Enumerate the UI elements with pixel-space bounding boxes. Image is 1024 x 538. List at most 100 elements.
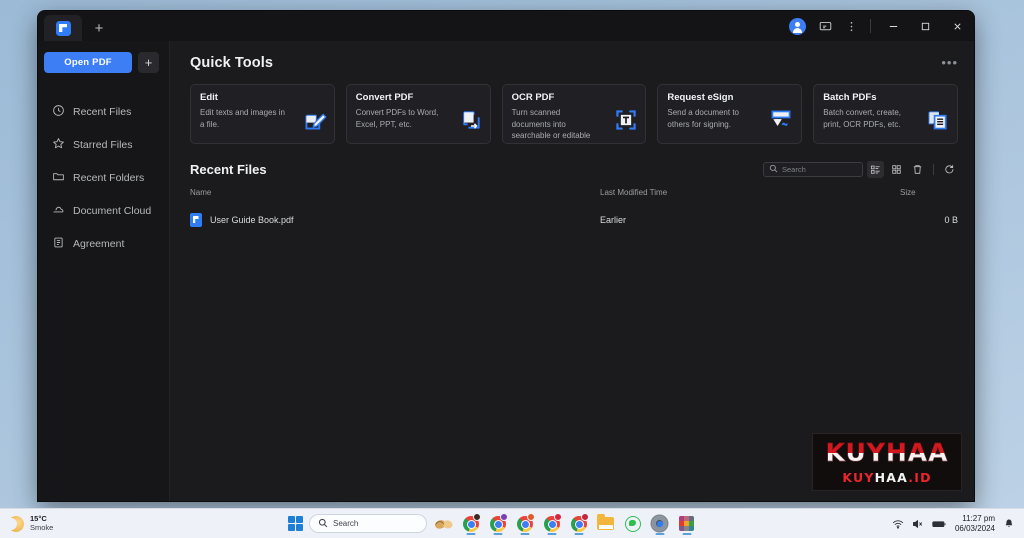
card-description: Convert PDFs to Word, Excel, PPT, etc. <box>355 108 439 129</box>
chrome-badge <box>500 513 508 521</box>
taskbar-search-input[interactable]: Search <box>309 514 427 533</box>
quick-tool-card-batch-pdfs[interactable]: Batch PDFs Batch convert, create, print,… <box>813 84 958 144</box>
desktop: + Open PDF + Recent Files Starred Files … <box>0 0 1024 538</box>
card-title: OCR PDF <box>511 92 555 103</box>
card-title: Batch PDFs <box>823 92 877 103</box>
chrome-badge <box>527 513 535 521</box>
quick-tool-card-edit[interactable]: Edit Edit texts and images in a file. <box>190 84 335 144</box>
taskbar: 15°C Smoke Search 11:27 pm 06/03/2024 <box>0 508 1024 538</box>
table-row[interactable]: User Guide Book.pdf Earlier 0 B <box>190 209 958 231</box>
quick-tool-card-request-esign[interactable]: Request eSign Send a document to others … <box>657 84 803 144</box>
quick-tool-card-convert-pdf[interactable]: Convert PDF Convert PDFs to Word, Excel,… <box>345 84 491 144</box>
weather-moon-icon <box>5 515 24 532</box>
volume-muted-icon[interactable] <box>912 518 924 530</box>
taskbar-chrome-1-icon[interactable] <box>460 513 481 535</box>
quick-tools-cards: Edit Edit texts and images in a file. Co… <box>190 84 958 144</box>
edit-pencil-icon <box>303 108 327 137</box>
list-view-icon[interactable] <box>867 161 884 178</box>
taskbar-color-app-icon[interactable] <box>676 513 697 535</box>
table-header-row: Name Last Modified Time Size <box>190 188 958 209</box>
running-indicator <box>655 533 664 535</box>
batch-documents-icon <box>926 108 950 137</box>
card-title: Request eSign <box>667 92 734 103</box>
taskbar-clock[interactable]: 11:27 pm 06/03/2024 <box>955 514 995 533</box>
chrome-badge <box>581 513 589 521</box>
chrome-badge <box>473 513 481 521</box>
taskbar-chrome-3-icon[interactable] <box>514 513 535 535</box>
sidebar-label: Starred Files <box>73 138 133 151</box>
pdf-app-logo-icon <box>55 20 71 36</box>
card-description: Turn scanned documents into searchable o… <box>511 108 591 143</box>
star-icon <box>52 137 65 153</box>
feedback-icon[interactable] <box>813 14 837 38</box>
running-indicator <box>493 533 502 535</box>
clock-date: 06/03/2024 <box>954 523 995 533</box>
app-body: Open PDF + Recent Files Starred Files Re… <box>38 41 974 501</box>
maximize-button[interactable] <box>910 11 940 41</box>
quick-tools-header: Quick Tools ••• <box>190 55 958 71</box>
taskbar-whatsapp-icon[interactable] <box>622 513 643 534</box>
file-size: 0 B <box>944 215 958 225</box>
column-header-size[interactable]: Size <box>900 188 958 209</box>
recent-files-header: Recent Files Search <box>190 161 958 178</box>
quick-tools-more-icon[interactable]: ••• <box>941 56 958 69</box>
battery-icon[interactable] <box>932 518 947 530</box>
open-pdf-button[interactable]: Open PDF <box>44 52 132 73</box>
bell-icon[interactable] <box>1003 518 1015 530</box>
taskbar-chrome-5-icon[interactable] <box>568 513 589 535</box>
taskbar-app-shells-icon[interactable] <box>433 513 454 534</box>
user-avatar[interactable] <box>789 17 806 35</box>
esign-signature-icon <box>768 108 794 137</box>
taskbar-settings-icon[interactable] <box>649 513 670 535</box>
sidebar-item-recent-folders[interactable]: Recent Folders <box>38 161 169 194</box>
quick-tool-card-ocr-pdf[interactable]: OCR PDF Turn scanned documents into sear… <box>501 84 647 144</box>
sidebar-item-document-cloud[interactable]: Document Cloud <box>38 194 169 227</box>
main-content: Quick Tools ••• Edit Edit texts and imag… <box>170 41 974 501</box>
running-indicator <box>574 533 583 535</box>
sidebar-item-recent-files[interactable]: Recent Files <box>38 95 169 128</box>
sidebar-label: Agreement <box>73 237 125 250</box>
window-controls <box>789 11 974 41</box>
tab-home[interactable] <box>44 15 82 41</box>
new-tab-button[interactable]: + <box>86 15 112 41</box>
refresh-icon[interactable] <box>941 161 958 178</box>
recent-files-toolbar: Search <box>763 161 958 178</box>
sidebar-nav: Recent Files Starred Files Recent Folder… <box>38 95 169 260</box>
toolbar-divider <box>933 164 934 175</box>
search-input[interactable]: Search <box>763 162 863 177</box>
ocr-text-scan-icon <box>614 108 638 137</box>
column-header-modified[interactable]: Last Modified Time <box>600 188 900 209</box>
trash-icon[interactable] <box>909 161 926 178</box>
taskbar-search-placeholder: Search <box>333 519 359 528</box>
more-vertical-icon[interactable] <box>839 14 863 38</box>
taskbar-file-explorer-icon[interactable] <box>595 513 616 534</box>
system-tray: 11:27 pm 06/03/2024 <box>892 514 1024 533</box>
file-name: User Guide Book.pdf <box>210 215 294 225</box>
minimize-button[interactable] <box>878 11 908 41</box>
taskbar-chrome-4-icon[interactable] <box>541 513 562 535</box>
search-placeholder: Search <box>782 165 806 174</box>
tab-strip: + <box>38 11 112 41</box>
taskbar-chrome-2-icon[interactable] <box>487 513 508 535</box>
taskbar-weather-widget[interactable]: 15°C Smoke <box>0 514 53 532</box>
window-controls-divider <box>870 19 871 33</box>
sidebar-item-agreement[interactable]: Agreement <box>38 227 169 260</box>
card-title: Edit <box>200 92 218 103</box>
close-button[interactable] <box>942 11 972 41</box>
column-header-name[interactable]: Name <box>190 188 600 209</box>
sidebar-add-button[interactable]: + <box>138 52 159 73</box>
wifi-icon[interactable] <box>892 518 904 530</box>
watermark-subtitle: KUYHAA.ID <box>842 470 931 485</box>
running-indicator <box>466 533 475 535</box>
folder-icon <box>52 170 65 186</box>
sidebar-item-starred-files[interactable]: Starred Files <box>38 128 169 161</box>
running-indicator <box>520 533 529 535</box>
windows-start-icon[interactable] <box>288 516 303 531</box>
sidebar-label: Recent Folders <box>73 171 145 184</box>
card-description: Send a document to others for signing. <box>667 108 739 129</box>
grid-view-icon[interactable] <box>888 161 905 178</box>
running-indicator <box>682 533 691 535</box>
search-icon <box>769 164 778 175</box>
page-title: Quick Tools <box>190 55 274 71</box>
watermark-title: KUYHAA <box>825 437 949 467</box>
